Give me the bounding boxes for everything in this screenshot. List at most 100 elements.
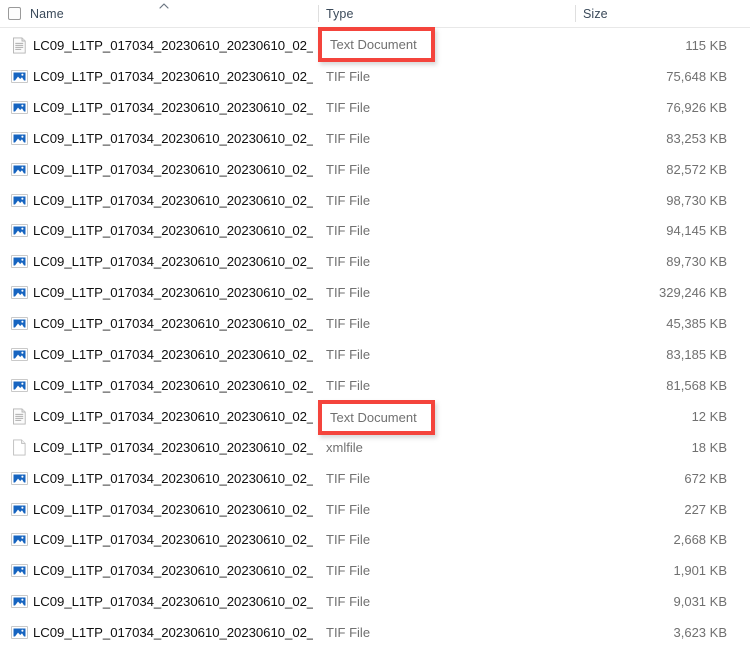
tif-image-icon [11, 593, 28, 610]
file-size-cell: 3,623 KB [673, 625, 728, 641]
file-type-cell: TIF File [326, 223, 371, 239]
tif-image-icon [11, 68, 28, 85]
file-size-cell: 2,668 KB [673, 532, 728, 548]
file-size-cell: 82,572 KB [666, 161, 727, 177]
file-type-cell: xmlfile [326, 439, 363, 455]
file-name-cell: LC09_L1TP_017034_20230610_20230610_02_T1… [33, 99, 313, 115]
file-name-cell: LC09_L1TP_017034_20230610_20230610_02_T1… [33, 594, 313, 610]
header-divider-type[interactable] [318, 5, 319, 22]
tif-image-icon [11, 130, 28, 147]
file-name-cell: LC09_L1TP_017034_20230610_20230610_02_T1… [33, 563, 313, 579]
file-size-cell: 89,730 KB [666, 254, 727, 270]
header-divider-size[interactable] [575, 5, 576, 22]
tif-image-icon [11, 346, 28, 363]
file-row[interactable]: LC09_L1TP_017034_20230610_20230610_02_T1… [0, 524, 750, 555]
file-type-cell: TIF File [326, 192, 371, 208]
file-size-cell: 94,145 KB [666, 223, 727, 239]
file-row[interactable]: LC09_L1TP_017034_20230610_20230610_02_T1… [0, 339, 750, 370]
file-type-cell: TIF File [326, 594, 371, 610]
file-row[interactable]: LC09_L1TP_017034_20230610_20230610_02_T1… [0, 370, 750, 401]
file-size-cell: 75,648 KB [666, 68, 727, 84]
file-size-cell: 98,730 KB [666, 192, 727, 208]
file-row[interactable]: LC09_L1TP_017034_20230610_20230610_02_T1… [0, 432, 750, 463]
file-row[interactable]: LC09_L1TP_017034_20230610_20230610_02_T1… [0, 277, 750, 308]
file-type-cell: TIF File [326, 130, 371, 146]
highlight-annotation-label: Text Document [330, 37, 417, 52]
file-name-cell: LC09_L1TP_017034_20230610_20230610_02_T1… [33, 316, 313, 332]
file-size-cell: 9,031 KB [673, 594, 728, 610]
file-size-cell: 115 KB [685, 38, 727, 53]
column-header-type[interactable]: Type [326, 0, 556, 27]
file-name-cell: LC09_L1TP_017034_20230610_20230610_02_T1… [33, 532, 313, 548]
file-row[interactable]: LC09_L1TP_017034_20230610_20230610_02_T1… [0, 246, 750, 277]
column-header-name-label: Name [30, 6, 64, 21]
tif-image-icon [11, 531, 28, 548]
file-row[interactable]: LC09_L1TP_017034_20230610_20230610_02_T1… [0, 617, 750, 648]
file-row[interactable]: LC09_L1TP_017034_20230610_20230610_02_T1… [0, 463, 750, 494]
file-name-cell: LC09_L1TP_017034_20230610_20230610_02_T1… [33, 38, 313, 53]
highlight-annotation-label: Text Document [330, 410, 417, 425]
file-row[interactable]: LC09_L1TP_017034_20230610_20230610_02_T1… [0, 308, 750, 339]
column-header-size[interactable]: Size [583, 0, 723, 27]
file-row[interactable]: LC09_L1TP_017034_20230610_20230610_02_T1… [0, 185, 750, 216]
tif-image-icon [11, 192, 28, 209]
highlight-annotation-box: Text Document [318, 27, 435, 62]
file-row[interactable]: LC09_L1TP_017034_20230610_20230610_02_T1… [0, 215, 750, 246]
sort-ascending-chevron-icon[interactable] [157, 0, 171, 12]
file-type-cell: TIF File [326, 285, 371, 301]
file-type-cell: TIF File [326, 563, 371, 579]
tif-image-icon [11, 315, 28, 332]
file-row[interactable]: LC09_L1TP_017034_20230610_20230610_02_T1… [0, 61, 750, 92]
file-type-cell: TIF File [326, 347, 371, 362]
file-name-cell: LC09_L1TP_017034_20230610_20230610_02_T1… [33, 470, 313, 486]
tif-image-icon [11, 562, 28, 579]
file-type-cell: TIF File [326, 470, 371, 486]
tif-image-icon [11, 624, 28, 641]
file-name-cell: LC09_L1TP_017034_20230610_20230610_02_T1… [33, 223, 313, 239]
file-name-cell: LC09_L1TP_017034_20230610_20230610_02_T1… [33, 439, 313, 455]
file-type-cell: TIF File [326, 377, 371, 393]
file-type-cell: TIF File [326, 532, 371, 548]
file-type-cell: TIF File [326, 99, 371, 115]
tif-image-icon [11, 253, 28, 270]
file-row[interactable]: LC09_L1TP_017034_20230610_20230610_02_T1… [0, 555, 750, 586]
file-name-cell: LC09_L1TP_017034_20230610_20230610_02_T1… [33, 130, 313, 146]
tif-image-icon [11, 222, 28, 239]
file-type-cell: TIF File [326, 68, 371, 84]
file-size-cell: 81,568 KB [666, 377, 727, 393]
file-row[interactable]: LC09_L1TP_017034_20230610_20230610_02_T1… [0, 92, 750, 123]
file-row[interactable]: LC09_L1TP_017034_20230610_20230610_02_T1… [0, 586, 750, 617]
file-name-cell: LC09_L1TP_017034_20230610_20230610_02_T1… [33, 408, 313, 424]
text-document-icon [11, 408, 28, 425]
tif-image-icon [11, 284, 28, 301]
file-size-cell: 1,901 KB [673, 563, 728, 579]
highlight-annotation-box: Text Document [318, 400, 435, 435]
file-size-cell: 76,926 KB [666, 99, 727, 115]
file-size-cell: 329,246 KB [659, 285, 727, 301]
file-row[interactable]: LC09_L1TP_017034_20230610_20230610_02_T1… [0, 494, 750, 525]
file-name-cell: LC09_L1TP_017034_20230610_20230610_02_T1… [33, 68, 313, 84]
blank-page-icon [11, 439, 28, 456]
file-type-cell: TIF File [326, 254, 371, 270]
file-row[interactable]: LC09_L1TP_017034_20230610_20230610_02_T1… [0, 123, 750, 154]
column-header-type-label: Type [326, 6, 354, 21]
file-size-cell: 45,385 KB [666, 316, 727, 332]
file-size-cell: 18 KB [691, 439, 727, 455]
file-type-cell: TIF File [326, 501, 371, 517]
tif-image-icon [11, 161, 28, 178]
file-size-cell: 12 KB [691, 408, 727, 424]
file-row[interactable]: LC09_L1TP_017034_20230610_20230610_02_T1… [0, 154, 750, 185]
file-name-cell: LC09_L1TP_017034_20230610_20230610_02_T1… [33, 501, 313, 517]
file-size-cell: 672 KB [684, 470, 727, 486]
column-header-size-label: Size [583, 6, 608, 21]
file-size-cell: 83,253 KB [666, 130, 727, 146]
file-name-cell: LC09_L1TP_017034_20230610_20230610_02_T1… [33, 377, 313, 393]
file-name-cell: LC09_L1TP_017034_20230610_20230610_02_T1… [33, 254, 313, 270]
file-type-cell: TIF File [326, 161, 371, 177]
file-size-cell: 227 KB [684, 501, 727, 517]
select-all-checkbox[interactable] [8, 7, 21, 20]
column-header-row: Name Type Size [0, 0, 750, 28]
file-name-cell: LC09_L1TP_017034_20230610_20230610_02_T1… [33, 347, 313, 362]
tif-image-icon [11, 470, 28, 487]
file-type-cell: TIF File [326, 625, 371, 641]
